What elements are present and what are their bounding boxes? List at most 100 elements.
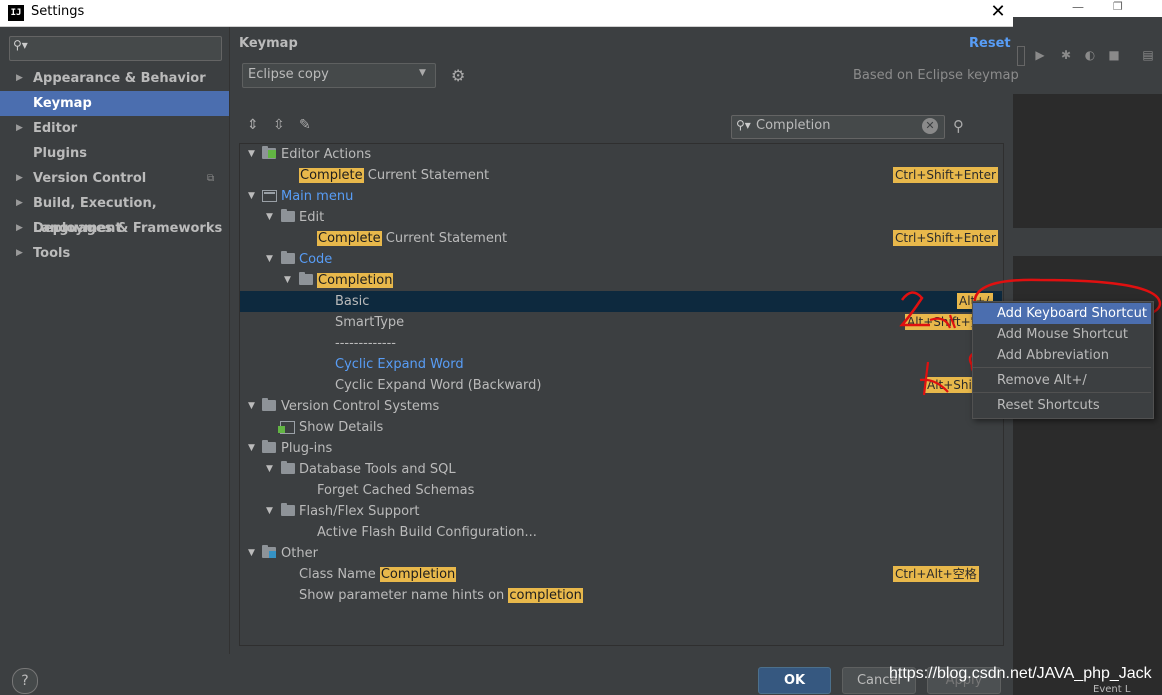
event-log-label[interactable]: Event L [1093, 684, 1130, 695]
chevron-down-icon[interactable]: ▼ [266, 249, 273, 270]
label-text: Edit [299, 210, 325, 225]
chevron-down-icon[interactable]: ▼ [248, 543, 255, 564]
debug-icon[interactable]: ✱ [1059, 48, 1073, 62]
ok-button[interactable]: OK [758, 667, 831, 694]
minimize-icon[interactable]: — [1072, 0, 1084, 14]
sidebar-item-label: Version Control [33, 171, 147, 186]
tree-row[interactable]: ▼ Other [240, 543, 1002, 564]
tree-row[interactable]: ▼ Edit [240, 207, 1002, 228]
tree-row[interactable]: BasicAlt+/ [240, 291, 1002, 312]
add-abbreviation-item[interactable]: Add Abbreviation [973, 345, 1151, 366]
based-on-label: Based on Eclipse keymap [853, 68, 1019, 83]
settings-search-input[interactable] [9, 36, 222, 61]
add-mouse-shortcut-item[interactable]: Add Mouse Shortcut [973, 324, 1151, 345]
tree-row[interactable]: Complete Current Statement Ctrl+Shift+Ent… [240, 165, 1002, 186]
chevron-down-icon[interactable]: ▼ [266, 207, 273, 228]
tree-row[interactable]: Cyclic Expand Word [240, 354, 1002, 375]
label-text: Main menu [281, 189, 354, 204]
tree-row[interactable]: Active Flash Build Configuration... [240, 522, 1002, 543]
page-title: Keymap [239, 36, 298, 51]
sidebar-item-keymap[interactable]: Keymap [0, 91, 229, 116]
label-text: Plug-ins [281, 441, 333, 456]
chevron-right-icon[interactable]: ▶ [16, 116, 23, 141]
sidebar-item-editor[interactable]: ▶ Editor [0, 116, 229, 141]
sidebar-item-version-control[interactable]: ▶ Version Control ⧉ [0, 166, 229, 191]
remove-shortcut-item[interactable]: Remove Alt+/ [973, 370, 1151, 391]
tree-row-label: Other [281, 543, 318, 564]
tree-row[interactable]: SmartTypeAlt+Shift+空格 [240, 312, 1002, 333]
tree-row-label: Completion [317, 270, 394, 291]
sidebar-item-plugins[interactable]: Plugins [0, 141, 229, 166]
folder-icon [262, 398, 276, 411]
tree-row[interactable]: Show parameter name hints on completion [240, 585, 1002, 606]
tree-row[interactable]: ▼ Plug-ins [240, 438, 1002, 459]
clear-icon[interactable]: ✕ [922, 118, 938, 134]
combo-edge-icon[interactable] [1017, 46, 1025, 66]
run-icon[interactable]: ▶ [1033, 48, 1047, 62]
label-text: Basic [335, 294, 370, 309]
chevron-right-icon[interactable]: ▶ [16, 166, 23, 191]
chevron-right-icon[interactable]: ▶ [16, 191, 23, 216]
tree-row[interactable]: ------------- [240, 333, 1002, 354]
sidebar-item-build-execution-deployment[interactable]: ▶ Build, Execution, Deployment [0, 191, 229, 236]
gear-icon[interactable]: ⚙ [451, 66, 465, 85]
tree-row-label: Plug-ins [281, 438, 332, 459]
project-level-icon: ⧉ [207, 173, 215, 184]
tree-row-label: Code [299, 249, 332, 270]
chevron-down-icon[interactable]: ▼ [248, 144, 255, 165]
tree-row-label: Edit [299, 207, 324, 228]
tree-row[interactable]: Complete Current Statement Ctrl+Shift+Ent… [240, 228, 1002, 249]
tree-row[interactable]: ▼ Version Control Systems [240, 396, 1002, 417]
tree-row[interactable]: ▼ Main menu [240, 186, 1002, 207]
title-bar [0, 0, 1013, 27]
label-text: Other [281, 546, 318, 561]
tree-row[interactable]: Show Details [240, 417, 1002, 438]
close-icon[interactable]: ✕ [986, 1, 1010, 23]
shortcut-badge: Ctrl+Shift+Enter [893, 167, 998, 183]
tree-row[interactable]: ▼ Editor Actions [240, 144, 1002, 165]
expand-all-icon[interactable]: ⇕ [247, 117, 259, 133]
tree-row-label: Complete Current Statement [317, 228, 507, 249]
reset-link[interactable]: Reset [969, 36, 1011, 51]
search-icon: ⚲▾ [13, 38, 28, 52]
reset-shortcuts-item[interactable]: Reset Shortcuts [973, 395, 1151, 416]
sidebar-item-label: Plugins [33, 146, 87, 161]
help-button[interactable]: ? [12, 668, 38, 694]
label-text: Editor Actions [281, 147, 372, 162]
find-by-shortcut-icon[interactable]: ⚲ [953, 117, 964, 135]
tree-row[interactable]: ▼ Code [240, 249, 1002, 270]
sidebar-item-appearance-behavior[interactable]: ▶ Appearance & Behavior [0, 66, 229, 91]
tree-row-label: Main menu [281, 186, 353, 207]
add-keyboard-shortcut-item[interactable]: Add Keyboard Shortcut [973, 303, 1151, 324]
chevron-right-icon[interactable]: ▶ [16, 216, 23, 241]
edit-icon[interactable]: ✎ [299, 117, 311, 133]
tree-row[interactable]: Cyclic Expand Word (Backward)Alt+Shift+/ [240, 375, 1002, 396]
chevron-right-icon[interactable]: ▶ [16, 241, 23, 266]
window-title: Settings [31, 4, 85, 19]
chevron-down-icon[interactable]: ▼ [284, 270, 291, 291]
tree-row[interactable]: ▼ Completion [240, 270, 1002, 291]
sidebar-item-tools[interactable]: ▶ Tools [0, 241, 229, 266]
stop-icon[interactable]: ■ [1107, 48, 1121, 62]
chevron-down-icon[interactable]: ▼ [248, 396, 255, 417]
tree-row[interactable]: ▼ Flash/Flex Support [240, 501, 1002, 522]
folder-icon [281, 209, 295, 222]
label-text: Cyclic Expand Word (Backward) [335, 378, 542, 393]
tree-row-label: Flash/Flex Support [299, 501, 420, 522]
show-details-icon [278, 421, 295, 434]
chevron-down-icon[interactable]: ▼ [266, 459, 273, 480]
restore-icon[interactable]: ❐ [1113, 0, 1123, 13]
label-text: Flash/Flex Support [299, 504, 420, 519]
sidebar-item-languages-frameworks[interactable]: ▶ Languages & Frameworks [0, 216, 229, 241]
chevron-right-icon[interactable]: ▶ [16, 66, 23, 91]
chevron-down-icon[interactable]: ▼ [248, 438, 255, 459]
tree-row[interactable]: Forget Cached Schemas [240, 480, 1002, 501]
tree-row[interactable]: ▼ Database Tools and SQL [240, 459, 1002, 480]
project-structure-icon[interactable]: ▤ [1141, 48, 1155, 62]
collapse-all-icon[interactable]: ⇳ [273, 117, 285, 133]
tree-row[interactable]: Class Name Completion Ctrl+Alt+空格 [240, 564, 1002, 585]
tree-row-label: Class Name Completion [299, 564, 457, 585]
coverage-icon[interactable]: ◐ [1083, 48, 1097, 62]
chevron-down-icon[interactable]: ▼ [266, 501, 273, 522]
chevron-down-icon[interactable]: ▼ [248, 186, 255, 207]
